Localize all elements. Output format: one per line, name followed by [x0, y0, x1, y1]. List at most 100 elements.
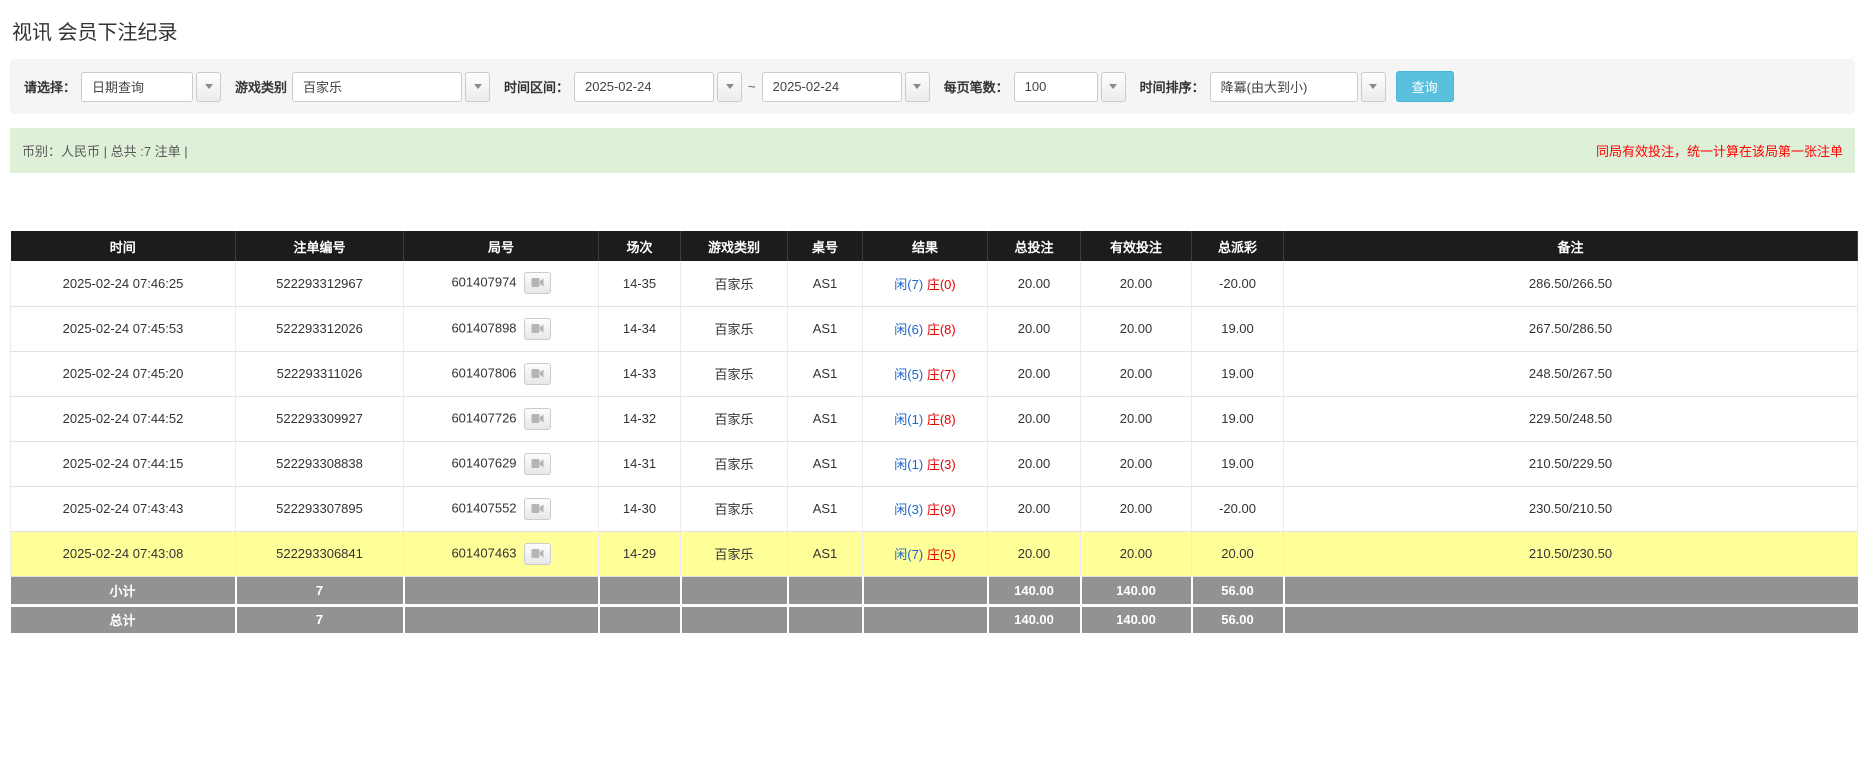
video-replay-button[interactable]: [524, 408, 551, 430]
cell-game-type: 百家乐: [681, 531, 788, 576]
sort-order-label: 时间排序：: [1140, 77, 1205, 96]
cell-round: 601407629: [404, 441, 599, 486]
cell-round: 601407463: [404, 531, 599, 576]
cell-remark: 210.50/230.50: [1284, 531, 1858, 576]
round-number: 601407898: [451, 320, 516, 335]
cell-time: 2025-02-24 07:44:15: [11, 441, 236, 486]
cell-remark: 286.50/266.50: [1284, 261, 1858, 306]
cell-table-no: AS1: [788, 351, 863, 396]
video-replay-button[interactable]: [524, 363, 551, 385]
cell-total-bet[interactable]: 20.00: [988, 396, 1081, 441]
video-replay-button[interactable]: [524, 453, 551, 475]
result-player: 闲(7): [894, 277, 923, 292]
result-banker: 庄(0): [927, 277, 956, 292]
cell-remark: 267.50/286.50: [1284, 306, 1858, 351]
query-type-select[interactable]: 日期查询: [81, 72, 193, 102]
table-header: 时间 注单编号 局号 场次 游戏类别 桌号 结果 总投注 有效投注 总派彩 备注: [11, 231, 1858, 261]
cell-total-bet[interactable]: 20.00: [988, 531, 1081, 576]
date-to-value: 2025-02-24: [773, 79, 840, 94]
date-to-dropdown-button[interactable]: [905, 72, 930, 102]
cell-total-bet[interactable]: 20.00: [988, 441, 1081, 486]
time-range-label: 时间区间：: [504, 77, 569, 96]
cell-round: 601407552: [404, 486, 599, 531]
page-title: 视讯 会员下注纪录: [10, 10, 1855, 59]
subtotal-empty: [788, 576, 863, 605]
subtotal-row: 小计 7 140.00 140.00 56.00: [11, 576, 1858, 605]
sort-order-dropdown-button[interactable]: [1361, 72, 1386, 102]
cell-payout: 20.00: [1192, 531, 1284, 576]
video-replay-button[interactable]: [524, 318, 551, 340]
cell-bet-id: 522293307895: [236, 486, 404, 531]
result-player: 闲(7): [894, 547, 923, 562]
cell-total-bet[interactable]: 20.00: [988, 486, 1081, 531]
header-result: 结果: [863, 231, 988, 261]
video-replay-button[interactable]: [524, 498, 551, 520]
cell-remark: 248.50/267.50: [1284, 351, 1858, 396]
video-camera-icon: [531, 413, 544, 424]
cell-payout: -20.00: [1192, 486, 1284, 531]
summary-bar: 币别：人民币 | 总共 :7 注单 | 同局有效投注，统一计算在该局第一张注单: [10, 128, 1855, 173]
header-total-bet: 总投注: [988, 231, 1081, 261]
cell-total-bet[interactable]: 20.00: [988, 351, 1081, 396]
summary-currency-total: 币别：人民币 | 总共 :7 注单 |: [22, 141, 188, 160]
cell-result: 闲(7) 庄(0): [863, 261, 988, 306]
page-size-dropdown-button[interactable]: [1101, 72, 1126, 102]
table-row: 2025-02-24 07:43:08522293306841601407463…: [11, 531, 1858, 576]
cell-round: 601407806: [404, 351, 599, 396]
cell-payout: 19.00: [1192, 441, 1284, 486]
result-player: 闲(6): [894, 322, 923, 337]
cell-bet-id: 522293309927: [236, 396, 404, 441]
cell-total-bet[interactable]: 20.00: [988, 306, 1081, 351]
total-empty: [599, 605, 681, 634]
result-banker: 庄(8): [927, 412, 956, 427]
cell-game-type: 百家乐: [681, 351, 788, 396]
page: 视讯 会员下注纪录 请选择： 日期查询 游戏类别 百家乐 时间区间： 2025-…: [0, 0, 1865, 636]
video-replay-button[interactable]: [524, 272, 551, 294]
cell-payout: 19.00: [1192, 351, 1284, 396]
result-player: 闲(3): [894, 502, 923, 517]
video-camera-icon: [531, 503, 544, 514]
subtotal-empty: [681, 576, 788, 605]
cell-table-no: AS1: [788, 531, 863, 576]
sort-order-select[interactable]: 降冪(由大到小): [1210, 72, 1358, 102]
table-footer: 小计 7 140.00 140.00 56.00 总计 7 1: [11, 576, 1858, 634]
video-camera-icon: [531, 548, 544, 559]
sort-order-value: 降冪(由大到小): [1221, 77, 1308, 96]
cell-time: 2025-02-24 07:45:20: [11, 351, 236, 396]
cell-result: 闲(7) 庄(5): [863, 531, 988, 576]
page-size-select[interactable]: 100: [1014, 72, 1098, 102]
cell-time: 2025-02-24 07:44:52: [11, 396, 236, 441]
subtotal-label: 小计: [11, 576, 236, 605]
table-body: 2025-02-24 07:46:25522293312967601407974…: [11, 261, 1858, 576]
total-label: 总计: [11, 605, 236, 634]
chevron-down-icon: [1369, 84, 1377, 89]
chevron-down-icon: [913, 84, 921, 89]
cell-session: 14-33: [599, 351, 681, 396]
cell-bet-id: 522293306841: [236, 531, 404, 576]
date-range-tilde: ~: [748, 79, 756, 94]
header-valid-bet: 有效投注: [1081, 231, 1192, 261]
subtotal-valid-bet: 140.00: [1081, 576, 1192, 605]
date-from-select[interactable]: 2025-02-24: [574, 72, 714, 102]
cell-total-bet[interactable]: 20.00: [988, 261, 1081, 306]
game-type-select[interactable]: 百家乐: [292, 72, 462, 102]
game-type-dropdown-button[interactable]: [465, 72, 490, 102]
date-from-dropdown-button[interactable]: [717, 72, 742, 102]
total-empty: [788, 605, 863, 634]
header-table-no: 桌号: [788, 231, 863, 261]
video-replay-button[interactable]: [524, 543, 551, 565]
cell-remark: 229.50/248.50: [1284, 396, 1858, 441]
subtotal-empty: [599, 576, 681, 605]
cell-table-no: AS1: [788, 486, 863, 531]
result-player: 闲(1): [894, 457, 923, 472]
filter-bar: 请选择： 日期查询 游戏类别 百家乐 时间区间： 2025-02-24 ~ 20…: [10, 59, 1855, 114]
query-type-dropdown-button[interactable]: [196, 72, 221, 102]
date-to-select[interactable]: 2025-02-24: [762, 72, 902, 102]
video-camera-icon: [531, 323, 544, 334]
subtotal-total-bet: 140.00: [988, 576, 1081, 605]
cell-remark: 230.50/210.50: [1284, 486, 1858, 531]
cell-game-type: 百家乐: [681, 396, 788, 441]
cell-time: 2025-02-24 07:45:53: [11, 306, 236, 351]
search-button[interactable]: 查询: [1396, 71, 1454, 102]
result-banker: 庄(9): [927, 502, 956, 517]
